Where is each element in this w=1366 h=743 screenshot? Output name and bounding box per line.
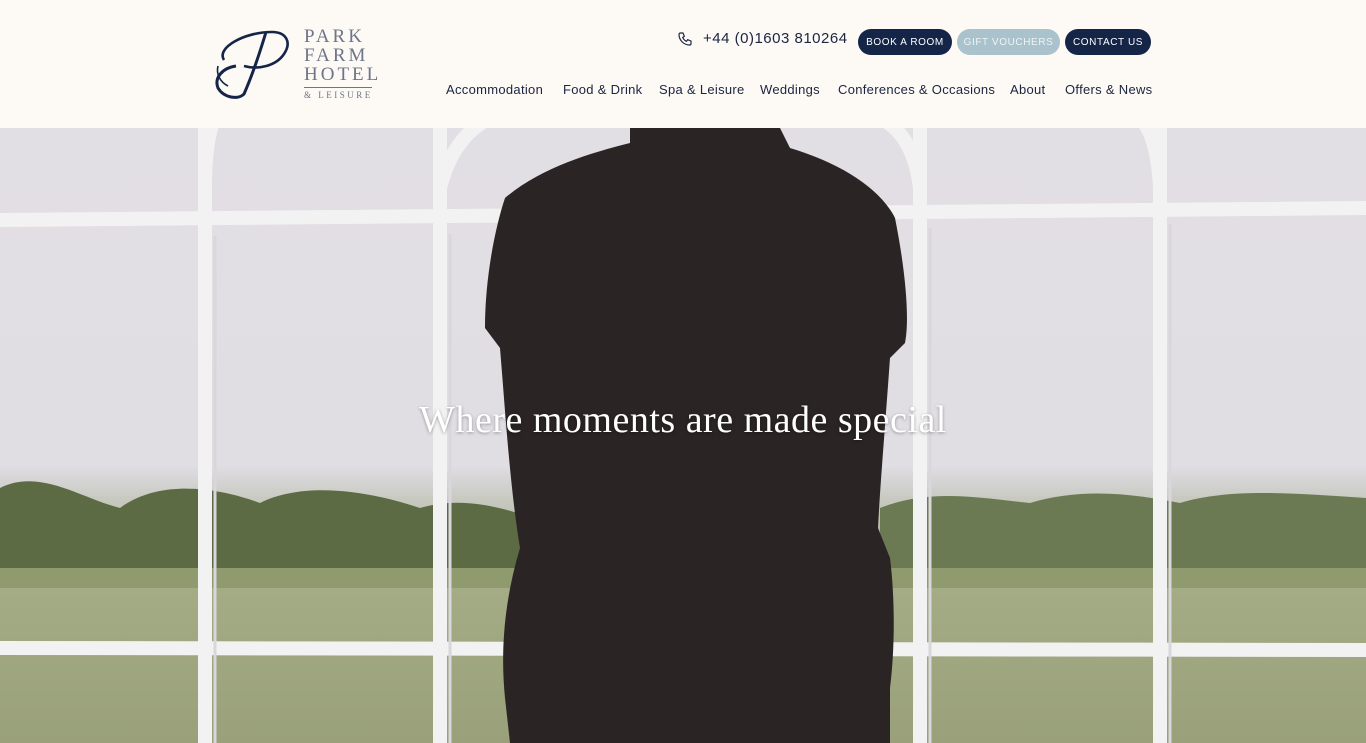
logo-p-monogram-icon	[215, 30, 289, 99]
nav-item-accommodation[interactable]: Accommodation	[446, 82, 543, 97]
nav-item-about[interactable]: About	[1010, 82, 1045, 97]
nav-item-spa-leisure[interactable]: Spa & Leisure	[659, 82, 745, 97]
logo-divider	[304, 87, 372, 88]
logo-wordmark: PARK FARM HOTEL & LEISURE	[304, 27, 381, 100]
logo-word-farm: FARM	[304, 45, 369, 66]
hero-video: Where moments are made special	[0, 128, 1366, 743]
nav-item-offers-news[interactable]: Offers & News	[1065, 82, 1152, 97]
phone-number: +44 (0)1603 810264	[703, 30, 848, 47]
phone-icon	[678, 31, 692, 46]
phone-link[interactable]: +44 (0)1603 810264	[677, 30, 848, 47]
hero-headline: Where moments are made special	[419, 399, 947, 441]
logo-word-hotel: HOTEL	[304, 64, 382, 85]
nav-item-conferences-occasions[interactable]: Conferences & Occasions	[838, 82, 995, 97]
site-header: PARK FARM HOTEL & LEISURE +44 (0)1603 81…	[0, 0, 1366, 128]
contact-us-button[interactable]: CONTACT US	[1065, 29, 1151, 55]
book-a-room-button[interactable]: BOOK A ROOM	[858, 29, 952, 55]
nav-item-weddings[interactable]: Weddings	[760, 82, 820, 97]
park-farm-logo[interactable]: PARK FARM HOTEL & LEISURE	[214, 26, 378, 102]
logo-word-park: PARK	[304, 26, 365, 47]
logo-word-leisure: & LEISURE	[304, 90, 373, 100]
gift-vouchers-button[interactable]: GIFT VOUCHERS	[957, 29, 1060, 55]
nav-item-food-drink[interactable]: Food & Drink	[563, 82, 642, 97]
